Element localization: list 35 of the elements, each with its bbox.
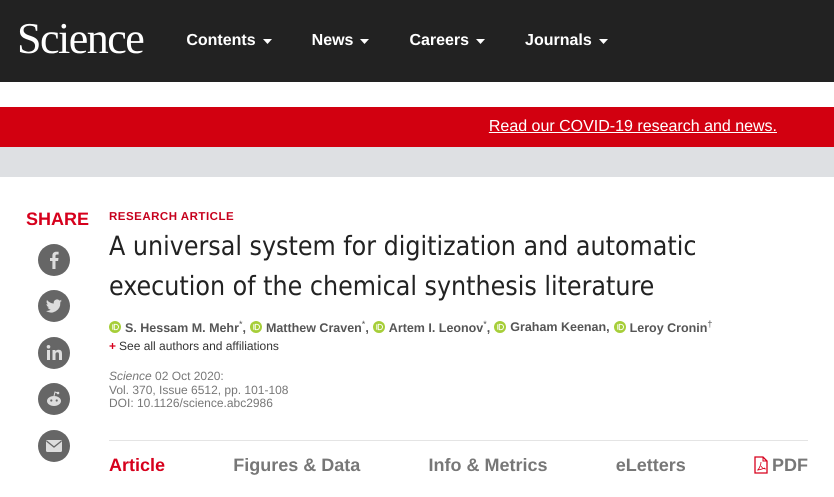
bird-icon[interactable] [38,290,70,322]
doi-text: DOI: 10.1126/science.abc2986 [109,397,274,411]
author-link[interactable]: Artem I. Leonov$^{*}$, [388,319,490,336]
article-tab[interactable]: Article [109,454,166,476]
caret-icon [476,38,486,44]
article-tab[interactable]: Info & Metrics [428,454,548,476]
author-link[interactable]: Graham Keenan, [510,320,610,334]
nav-menu-item[interactable]: Contents [186,32,272,50]
caret-icon [262,38,272,44]
journal-name: Science [109,369,152,384]
nav-menu-item[interactable]: Careers [409,32,486,50]
covid-link[interactable]: Read our COVID-19 research and news. [488,118,777,136]
pdf-icon [754,456,768,474]
facebook-icon[interactable] [38,244,70,276]
article-tab[interactable]: eLetters [616,454,686,476]
alien-icon[interactable] [38,383,70,415]
article-tab[interactable]: PDF [754,454,808,476]
volume-info: Vol. 370, Issue 6512, pp. 101-108 [109,384,290,398]
nav-menu-item[interactable]: News [312,32,370,50]
article-tab[interactable]: Figures & Data [233,454,360,476]
see-all-authors-link[interactable]: See all authors and affiliations [119,339,279,354]
plus-icon: + [109,339,116,354]
linkedin-icon[interactable] [38,336,70,368]
publication-date: 02 Oct 2020: [155,369,224,384]
author-link[interactable]: S. Hessam M. Mehr$^{*}$, [125,319,246,336]
article-type: RESEARCH ARTICLE [109,211,236,223]
caret-icon [598,38,608,44]
mail-icon[interactable] [38,430,70,462]
nav-menu-item[interactable]: Journals [525,32,608,50]
article-title: A universal system for digitization and automatic execution of the chemical synthesis literature [109,230,698,304]
caret-icon [360,38,370,44]
author-link[interactable]: Leroy Cronin$^{†}$ [630,319,712,336]
author-link[interactable]: Matthew Craven$^{*}$, [266,319,369,336]
share-label: SHARE [26,209,90,230]
site-logo[interactable]: Science [17,12,144,64]
